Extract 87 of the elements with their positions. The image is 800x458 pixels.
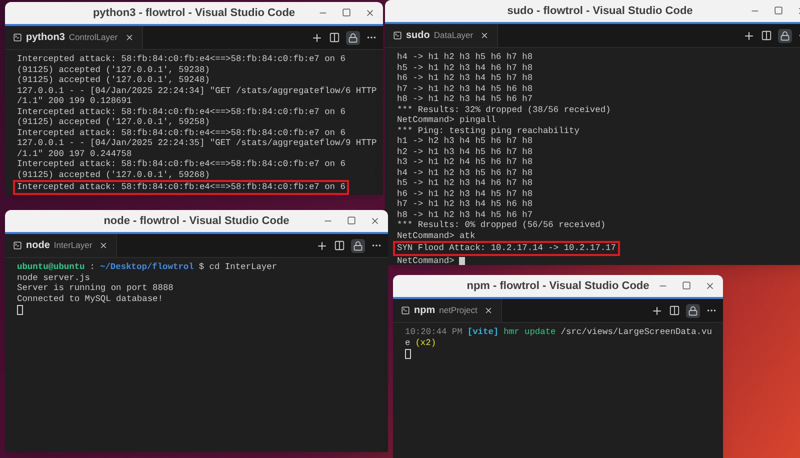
plus-icon[interactable]	[743, 30, 755, 42]
terminal-text: e	[405, 338, 410, 348]
terminal-line: (91125) accepted ('127.0.0.1', 59258)	[17, 117, 211, 128]
window-title: npm - flowtrol - Visual Studio Code	[466, 278, 650, 294]
terminal-text: ~/Desktop/flowtrol	[100, 262, 194, 272]
tab-process: python3	[26, 31, 65, 45]
terminal-line: (91125) accepted ('127.0.0.1', 59268)	[17, 170, 211, 180]
terminal-line: h7 -> h1 h2 h3 h4 h5 h6 h8	[397, 199, 534, 210]
maximize-icon[interactable]	[682, 281, 691, 290]
terminal-icon	[393, 31, 402, 40]
lock-button[interactable]	[351, 238, 365, 252]
terminal-icon	[13, 241, 22, 250]
tab-label: DataLayer	[434, 29, 474, 42]
terminal-line: h4 -> h1 h2 h3 h5 h6 h7 h8	[397, 52, 534, 62]
lock-button[interactable]	[686, 304, 700, 318]
plus-icon[interactable]	[651, 304, 663, 316]
terminal-line: h5 -> h1 h2 h3 h4 h6 h7 h8	[397, 178, 534, 188]
close-icon[interactable]	[124, 33, 134, 42]
plus-icon[interactable]	[316, 240, 328, 252]
terminal-text: (x2)	[415, 338, 436, 348]
tab-process: sudo	[406, 29, 430, 43]
terminal-tab[interactable]: sudo DataLayer	[385, 24, 498, 47]
terminal-icon	[401, 306, 410, 315]
terminal-line: h7 -> h1 h2 h3 h4 h5 h6 h8	[397, 84, 534, 94]
terminal-line: /1.1" 200 199 0.128691	[17, 96, 133, 106]
lock-button[interactable]	[346, 30, 360, 44]
terminal-text: ubuntu@ubuntu	[17, 262, 85, 272]
terminal-tab[interactable]: node InterLayer	[5, 234, 118, 257]
tab-label: ControlLayer	[68, 31, 118, 44]
split-icon[interactable]	[669, 305, 680, 316]
terminal-text: /src/views/LargeScreenData.vu	[560, 327, 712, 338]
terminal-text: 10:20:44 PM	[405, 327, 462, 338]
terminal-line: *** Results: 0% dropped (56/56 received)	[397, 220, 607, 230]
plus-icon[interactable]	[311, 32, 323, 44]
terminal-text: hmr update	[504, 327, 556, 338]
tab-label: InterLayer	[54, 239, 92, 252]
close-icon[interactable]	[99, 241, 108, 250]
close-icon[interactable]	[484, 306, 494, 315]
close-icon[interactable]	[705, 281, 715, 291]
terminal-line: h1 -> h2 h3 h4 h5 h6 h7 h8	[397, 136, 534, 146]
terminal-text: [vite]	[467, 327, 499, 338]
terminal-prompt: NetCommand>	[397, 256, 454, 265]
tab-process: npm	[414, 304, 436, 318]
terminal-tab[interactable]: python3 ControlLayer	[5, 26, 143, 49]
terminal-line: h2 -> h1 h3 h4 h5 h6 h7 h8	[397, 146, 534, 157]
window-title: python3 - flowtrol - Visual Studio Code	[92, 6, 296, 21]
terminal-text: $ cd InterLayer	[198, 262, 278, 272]
terminal-line: h3 -> h1 h2 h4 h5 h6 h7 h8	[397, 157, 534, 168]
close-icon[interactable]	[480, 31, 490, 40]
tab-process: node	[26, 239, 50, 253]
split-icon[interactable]	[761, 30, 772, 41]
lock-button[interactable]	[778, 28, 792, 42]
terminal-line: /1.1" 200 197 0.244758	[17, 148, 133, 159]
tab-label: netProject	[439, 304, 478, 317]
terminal-line: (91125) accepted ('127.0.0.1', 59248)	[17, 75, 211, 86]
window-title: node - flowtrol - Visual Studio Code	[102, 214, 290, 229]
maximize-icon[interactable]	[342, 8, 351, 17]
terminal-line: Connected to MySQL database!	[17, 294, 164, 304]
maximize-icon[interactable]	[774, 6, 783, 15]
terminal-icon	[13, 33, 22, 42]
terminal-line: (91125) accepted ('127.0.0.1', 59238)	[17, 64, 211, 75]
split-icon[interactable]	[334, 240, 345, 251]
terminal-line: 127.0.0.1 - - [04/Jan/2025 22:24:34] "GET /stats/aggregateflow/6 HTTP	[17, 86, 378, 96]
close-icon[interactable]	[370, 216, 380, 226]
terminal-line: 127.0.0.1 - - [04/Jan/2025 22:24:35] "GET /stats/aggregateflow/9 HTTP	[17, 138, 378, 148]
window-title: sudo - flowtrol - Visual Studio Code	[506, 4, 694, 19]
terminal-line: Intercepted attack: 58:fb:84:c0:fb:e4<==>58:fb:84:c0:fb:e7 on 6	[17, 106, 346, 117]
terminal-line: Intercepted attack: 58:fb:84:c0:fb:e4<==>58:fb:84:c0:fb:e7 on 6	[17, 159, 346, 170]
terminal-line: Intercepted attack: 58:fb:84:c0:fb:e4<==>58:fb:84:c0:fb:e7 on 6	[17, 54, 346, 64]
terminal-line: h8 -> h1 h2 h3 h4 h5 h6 h7	[397, 210, 534, 220]
terminal-line: h4 -> h1 h2 h3 h5 h6 h7 h8	[397, 168, 534, 178]
split-icon[interactable]	[329, 32, 340, 43]
terminal-text: :	[90, 262, 95, 272]
close-icon[interactable]	[365, 8, 375, 18]
terminal-line: NetCommand> pingall	[397, 115, 498, 126]
terminal-line: node server.js	[17, 272, 91, 283]
terminal-line: h6 -> h1 h2 h3 h4 h5 h7 h8	[397, 73, 534, 84]
terminal-line: Intercepted attack: 58:fb:84:c0:fb:e4<==>58:fb:84:c0:fb:e7 on 6	[17, 128, 346, 138]
terminal-tab[interactable]: npm netProject	[393, 299, 502, 322]
terminal-line: *** Ping: testing ping reachability	[397, 126, 580, 136]
terminal-line: Server is running on port 8888	[17, 283, 174, 294]
terminal-line: h6 -> h1 h2 h3 h4 h5 h7 h8	[397, 188, 534, 199]
terminal-line: h5 -> h1 h2 h3 h4 h6 h7 h8	[397, 62, 534, 73]
terminal-line: *** Results: 32% dropped (38/56 received)	[397, 104, 612, 115]
maximize-icon[interactable]	[347, 216, 356, 225]
terminal-line: h8 -> h1 h2 h3 h4 h5 h6 h7	[397, 94, 534, 104]
terminal-line: NetCommand> atk	[397, 230, 476, 241]
